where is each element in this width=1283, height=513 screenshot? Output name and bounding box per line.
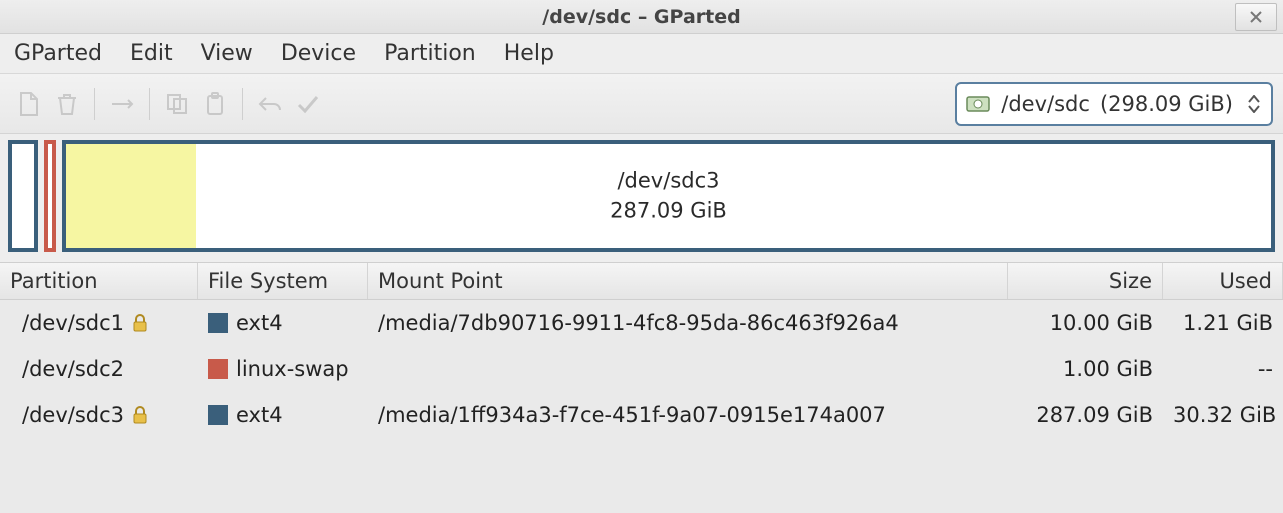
menu-device[interactable]: Device	[281, 41, 356, 66]
map-partition-sdc3[interactable]: /dev/sdc3 287.09 GiB	[62, 140, 1275, 252]
lock-icon	[130, 313, 150, 333]
cell-mountpoint	[368, 365, 1008, 373]
filesystem-swatch	[208, 313, 228, 333]
cell-mountpoint: /media/1ff934a3-f7ce-451f-9a07-0915e174a…	[368, 399, 1008, 431]
new-icon	[15, 90, 43, 118]
device-selector[interactable]: /dev/sdc (298.09 GiB)	[955, 82, 1273, 126]
col-size[interactable]: Size	[1008, 263, 1163, 299]
trash-icon	[53, 90, 81, 118]
resize-icon	[108, 90, 136, 118]
table-row[interactable]: /dev/sdc3 ext4/media/1ff934a3-f7ce-451f-9…	[0, 392, 1283, 438]
close-button[interactable]	[1235, 3, 1277, 31]
undo-button	[251, 85, 289, 123]
partition-name: /dev/sdc2	[22, 357, 124, 381]
copy-icon	[163, 90, 191, 118]
partition-name: /dev/sdc1	[22, 311, 124, 335]
menu-edit[interactable]: Edit	[130, 41, 173, 66]
cell-filesystem: linux-swap	[198, 353, 368, 385]
toolbar-separator	[94, 88, 95, 120]
cell-filesystem: ext4	[198, 399, 368, 431]
map-partition-label: /dev/sdc3 287.09 GiB	[66, 166, 1271, 227]
table-row[interactable]: /dev/sdc2 linux-swap 1.00 GiB--	[0, 346, 1283, 392]
map-partition-size: 287.09 GiB	[66, 196, 1271, 226]
col-partition[interactable]: Partition	[0, 263, 198, 299]
table-header: Partition File System Mount Point Size U…	[0, 262, 1283, 300]
toolbar-separator	[149, 88, 150, 120]
col-mountpoint[interactable]: Mount Point	[368, 263, 1008, 299]
title-bar: /dev/sdc – GParted	[0, 0, 1283, 34]
map-partition-name: /dev/sdc3	[66, 166, 1271, 196]
cell-size: 1.00 GiB	[1008, 353, 1163, 385]
menu-bar: GParted Edit View Device Partition Help	[0, 34, 1283, 74]
menu-view[interactable]: View	[201, 41, 253, 66]
device-selector-size: (298.09 GiB)	[1100, 92, 1233, 116]
filesystem-name: ext4	[236, 311, 283, 335]
menu-gparted[interactable]: GParted	[14, 41, 102, 66]
disk-icon	[965, 91, 991, 117]
cell-used: 1.21 GiB	[1163, 307, 1283, 339]
cell-partition: /dev/sdc3	[0, 399, 198, 431]
apply-button	[289, 85, 327, 123]
toolbar-separator	[242, 88, 243, 120]
filesystem-swatch	[208, 359, 228, 379]
col-filesystem[interactable]: File System	[198, 263, 368, 299]
new-button	[10, 85, 48, 123]
map-partition-sdc1[interactable]	[8, 140, 38, 252]
copy-button	[158, 85, 196, 123]
toolbar: /dev/sdc (298.09 GiB)	[0, 74, 1283, 134]
menu-partition[interactable]: Partition	[384, 41, 476, 66]
cell-filesystem: ext4	[198, 307, 368, 339]
cell-used: 30.32 GiB	[1163, 399, 1283, 431]
filesystem-name: ext4	[236, 403, 283, 427]
cell-partition: /dev/sdc2	[0, 353, 198, 385]
lock-icon	[130, 405, 150, 425]
partition-map: /dev/sdc3 287.09 GiB	[0, 134, 1283, 262]
cell-mountpoint: /media/7db90716-9911-4fc8-95da-86c463f92…	[368, 307, 1008, 339]
cell-size: 287.09 GiB	[1008, 399, 1163, 431]
undo-icon	[256, 90, 284, 118]
device-selector-spin[interactable]	[1243, 95, 1265, 113]
device-selector-device: /dev/sdc	[1001, 92, 1090, 116]
paste-icon	[201, 90, 229, 118]
filesystem-swatch	[208, 405, 228, 425]
table-row[interactable]: /dev/sdc1 ext4/media/7db90716-9911-4fc8-9…	[0, 300, 1283, 346]
cell-size: 10.00 GiB	[1008, 307, 1163, 339]
cell-partition: /dev/sdc1	[0, 307, 198, 339]
cell-used: --	[1163, 353, 1283, 385]
delete-button	[48, 85, 86, 123]
resize-button	[103, 85, 141, 123]
close-icon	[1249, 10, 1263, 24]
chevron-down-icon	[1248, 105, 1260, 113]
table-body: /dev/sdc1 ext4/media/7db90716-9911-4fc8-9…	[0, 300, 1283, 438]
col-used[interactable]: Used	[1163, 263, 1283, 299]
paste-button	[196, 85, 234, 123]
chevron-up-icon	[1248, 95, 1260, 103]
menu-help[interactable]: Help	[504, 41, 554, 66]
map-partition-sdc2[interactable]	[44, 140, 56, 252]
filesystem-name: linux-swap	[236, 357, 349, 381]
check-icon	[294, 90, 322, 118]
window-title: /dev/sdc – GParted	[542, 6, 740, 28]
partition-name: /dev/sdc3	[22, 403, 124, 427]
